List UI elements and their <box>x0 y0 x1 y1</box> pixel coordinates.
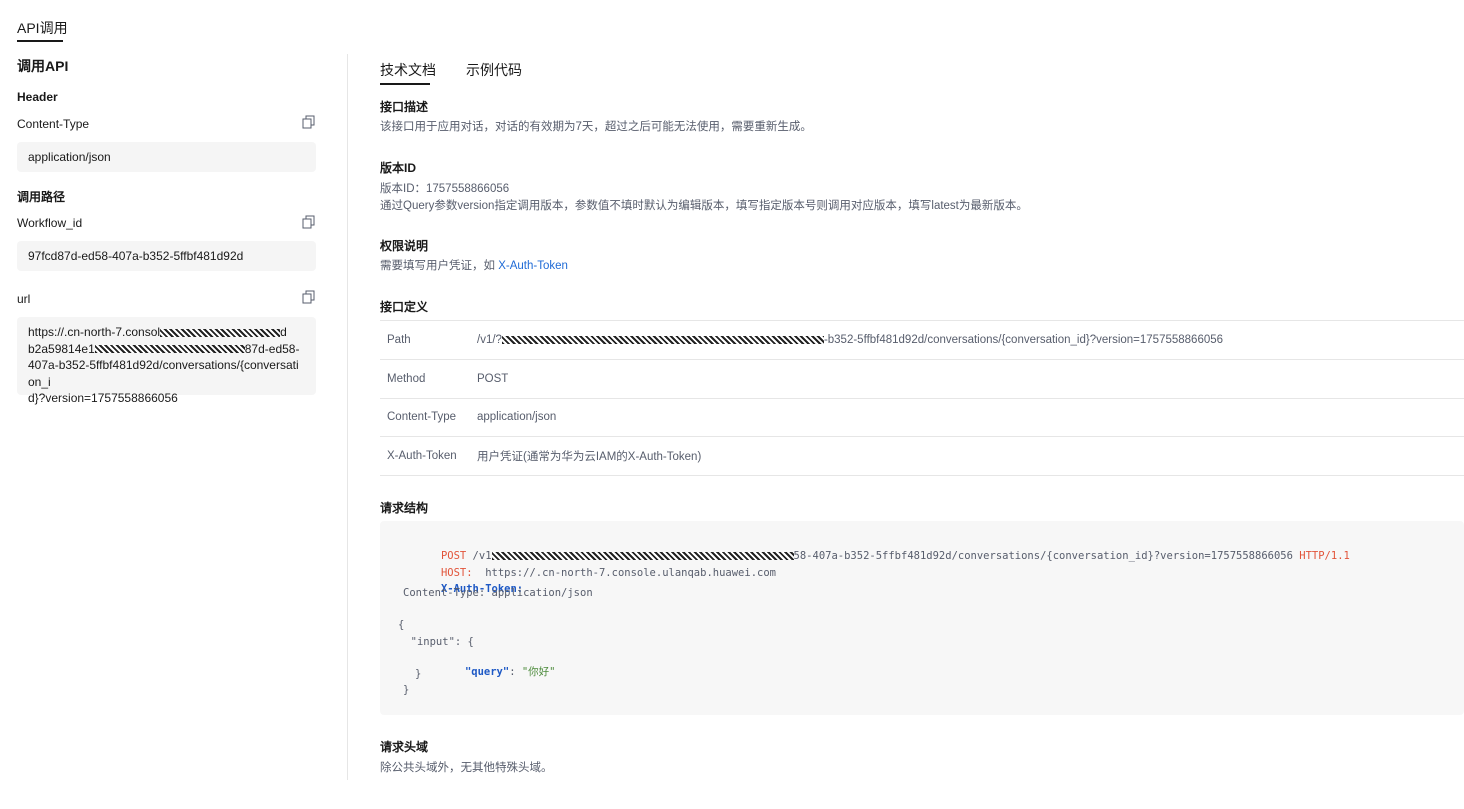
version-id-text: 版本ID：1757558866056 <box>380 183 510 195</box>
code-line: } <box>403 684 410 696</box>
url-line: d}?version=1757558866056 <box>28 391 178 405</box>
tab-sample-code[interactable]: 示例代码 <box>466 60 522 80</box>
table-row: Path /v1/? -b352-5ffbf481d92d/conversatio… <box>380 321 1464 360</box>
url-line: b2a59814e1 87d-ed58- <box>28 341 300 356</box>
table-row: X-Auth-Token 用户凭证(通常为华为云IAM的X-Auth-Token… <box>380 437 1464 476</box>
request-header-title: 请求头域 <box>380 740 429 754</box>
copy-icon[interactable] <box>302 215 316 229</box>
code-line: } <box>415 668 422 680</box>
desc-text: 该接口用于应用对话，对话的有效期为7天，超过之后可能无法使用，需要重新生成。 <box>380 121 812 133</box>
masked-text <box>94 345 245 354</box>
call-api-title: 调用API <box>17 58 69 74</box>
copy-icon[interactable] <box>302 115 316 129</box>
right-panel: 技术文档 示例代码 接口描述 该接口用于应用对话，对话的有效期为7天，超过之后可… <box>380 0 1464 809</box>
url-field[interactable]: https://.cn-north-7.consol d b2a59814e1 87… <box>17 317 316 405</box>
content-type-label: Content-Type <box>17 117 90 131</box>
vertical-divider <box>347 54 348 780</box>
tab-active-indicator <box>380 83 430 85</box>
copy-icon[interactable] <box>302 290 316 304</box>
request-structure-title: 请求结构 <box>380 501 429 515</box>
request-code-block[interactable]: POST /v1 58-407a-b352-5ffbf481d92d/conver… <box>380 521 1464 715</box>
row-value: 用户凭证(通常为华为云IAM的X-Auth-Token) <box>477 451 702 464</box>
content-type-field[interactable]: application/json <box>17 142 316 172</box>
row-value: /v1/? -b352-5ffbf481d92d/conversations/{c… <box>477 333 1224 346</box>
header-section-title: Header <box>17 90 58 104</box>
def-title: 接口定义 <box>380 300 429 314</box>
left-panel: 调用API Header Content-Type application/js… <box>17 54 317 405</box>
auth-text: 需要填写用户凭证，如 X-Auth-Token <box>380 260 568 272</box>
code-line: Content-Type: application/json <box>403 587 593 599</box>
request-header-text: 除公共头域外，无其他特殊头域。 <box>380 762 553 774</box>
code-line: { <box>398 619 405 631</box>
row-value: POST <box>477 372 509 385</box>
row-key: X-Auth-Token <box>387 450 457 463</box>
definition-table: Path /v1/? -b352-5ffbf481d92d/conversatio… <box>380 320 1464 476</box>
masked-text <box>160 328 281 337</box>
tab-api-call[interactable]: API调用 <box>17 18 68 38</box>
auth-title: 权限说明 <box>380 239 429 253</box>
masked-text <box>501 335 824 344</box>
desc-title: 接口描述 <box>380 100 429 114</box>
row-key: Path <box>387 333 411 346</box>
row-value: application/json <box>477 411 557 424</box>
workflow-id-label: Workflow_id <box>17 216 83 230</box>
version-hint-text: 通过Query参数version指定调用版本，参数值不填时默认为编辑版本，填写指… <box>380 200 1028 212</box>
url-line: 407a-b352-5ffbf481d92d/conversations/{co… <box>28 358 299 389</box>
url-label: url <box>17 292 31 306</box>
workflow-id-field[interactable]: 97fcd87d-ed58-407a-b352-5ffbf481d92d <box>17 241 316 271</box>
row-key: Method <box>387 372 426 385</box>
path-section-title: 调用路径 <box>17 190 66 204</box>
x-auth-token-link[interactable]: X-Auth-Token <box>498 260 568 272</box>
code-line: "query": "你好" <box>464 666 556 678</box>
code-line: "input": { <box>398 636 474 648</box>
tab-tech-docs[interactable]: 技术文档 <box>380 60 436 80</box>
version-title: 版本ID <box>380 161 417 175</box>
tab-active-indicator <box>17 40 63 42</box>
table-row: Content-Type application/json <box>380 399 1464 438</box>
table-row: Method POST <box>380 360 1464 399</box>
url-line: https://.cn-north-7.consol d <box>28 325 287 339</box>
row-key: Content-Type <box>387 411 457 424</box>
